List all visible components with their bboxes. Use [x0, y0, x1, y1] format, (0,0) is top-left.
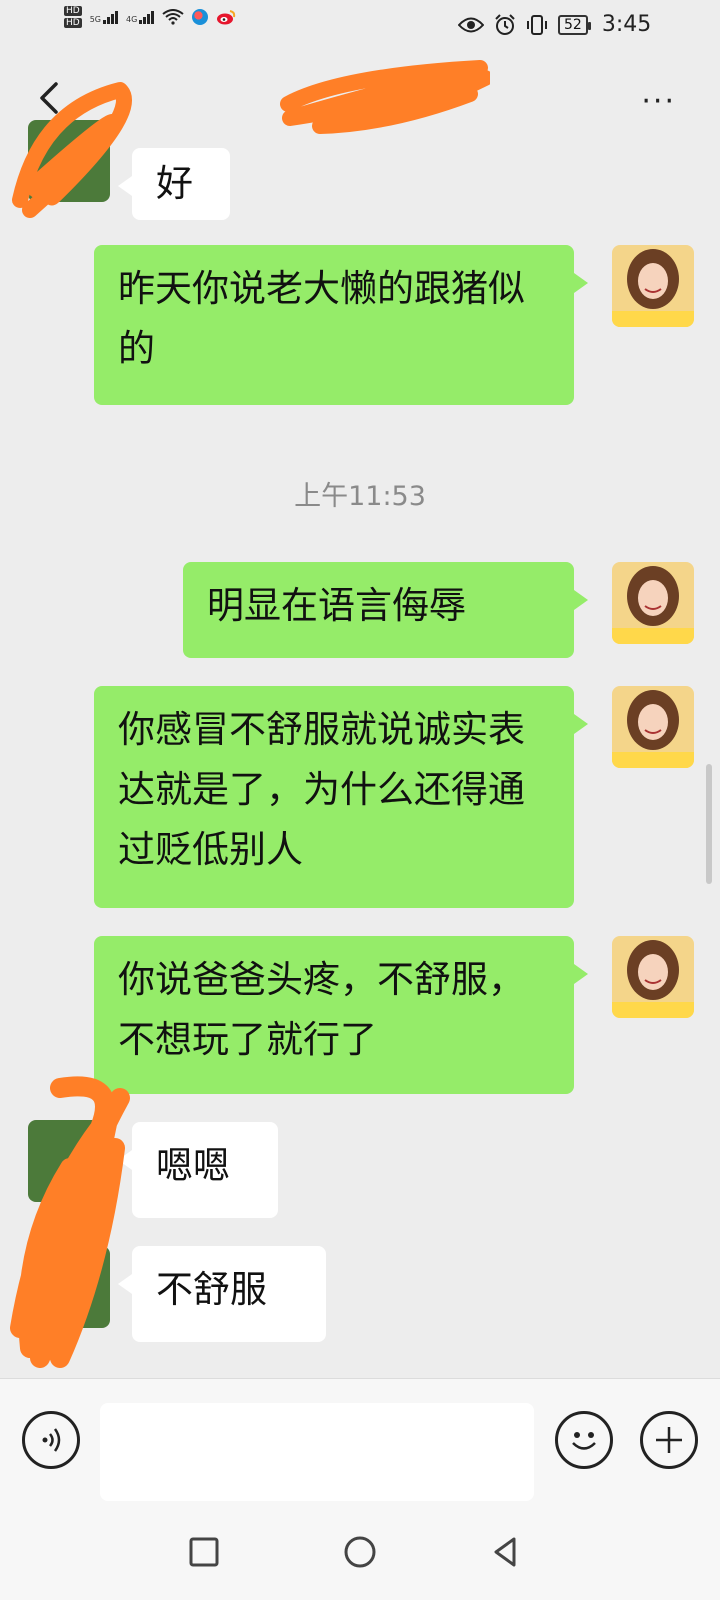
message-text: 你说爸爸头疼，不舒服，不想玩了就行了 [118, 958, 525, 1061]
user-avatar-photo-icon [612, 245, 694, 327]
hd-badge-1: HD [64, 6, 82, 16]
message-bubble-received[interactable]: 嗯嗯 [118, 1122, 278, 1218]
app-notification-icon [192, 9, 209, 25]
message-bubble-sent[interactable]: 昨天你说老大懒的跟猪似的 [94, 245, 588, 405]
message-bubble-sent[interactable]: 明显在语言侮辱 [183, 562, 588, 658]
my-avatar[interactable] [612, 936, 694, 1018]
wifi-icon [162, 9, 184, 25]
message-text: 好 [156, 162, 193, 205]
voice-input-button[interactable] [22, 1411, 80, 1469]
message-input[interactable] [100, 1403, 534, 1501]
hd-badge-2: HD [64, 18, 82, 28]
message-bubble-received[interactable]: 不舒服 [118, 1246, 326, 1342]
chat-title-redaction [280, 60, 490, 134]
alarm-icon [495, 13, 515, 35]
message-bubble-sent[interactable]: 你说爸爸头疼，不舒服，不想玩了就行了 [94, 936, 588, 1094]
voice-icon [42, 1428, 61, 1452]
more-functions-button[interactable] [640, 1411, 698, 1469]
weibo-icon [217, 10, 236, 25]
message-text: 你感冒不舒服就说诚实表达就是了，为什么还得通过贬低别人 [118, 708, 525, 871]
user-avatar-photo-icon [612, 562, 694, 644]
my-avatar[interactable] [612, 245, 694, 327]
message-text: 不舒服 [156, 1268, 267, 1311]
recent-apps-square-icon[interactable] [182, 1530, 226, 1574]
message-text: 嗯嗯 [156, 1144, 230, 1187]
contact-avatar[interactable] [28, 120, 110, 202]
network-1-label: 5G [89, 15, 101, 24]
network-1: 5G [90, 10, 118, 24]
network-2: 4G [126, 10, 155, 24]
emoji-button[interactable] [555, 1411, 613, 1469]
user-avatar-photo-icon [612, 936, 694, 1018]
message-text: 明显在语言侮辱 [207, 584, 466, 627]
message-timestamp: 上午11:53 [294, 481, 426, 512]
system-navigation-bar [0, 1504, 720, 1600]
hd-badges: HD HD [64, 6, 82, 28]
chat-input-bar [0, 1378, 720, 1505]
signal-bars-2-icon [139, 10, 155, 24]
status-bar: HD HD 5G 4G 52 3:45 [0, 0, 720, 50]
contact-avatar[interactable] [28, 1246, 110, 1328]
more-options-icon[interactable]: ··· [641, 84, 676, 119]
status-left: HD HD 5G 4G [64, 6, 236, 28]
emoji-icon [572, 1432, 596, 1450]
message-text: 昨天你说老大懒的跟猪似的 [118, 267, 525, 370]
network-2-label: 4G [126, 15, 138, 24]
contact-avatar[interactable] [28, 1120, 110, 1202]
eye-icon [458, 17, 484, 32]
my-avatar[interactable] [612, 562, 694, 644]
my-avatar[interactable] [612, 686, 694, 768]
home-circle-icon[interactable] [338, 1530, 382, 1574]
message-bubble-received[interactable]: 好 [118, 148, 230, 220]
plus-icon [656, 1427, 682, 1453]
vibrate-icon [527, 14, 547, 35]
battery-icon: 52 [558, 14, 591, 35]
user-avatar-photo-icon [612, 686, 694, 768]
status-time: 3:45 [601, 12, 652, 37]
scrollbar[interactable] [706, 764, 712, 884]
signal-bars-1-icon [103, 10, 118, 24]
status-right: 52 3:45 [458, 12, 651, 37]
message-bubble-sent[interactable]: 你感冒不舒服就说诚实表达就是了，为什么还得通过贬低别人 [94, 686, 588, 908]
back-triangle-icon[interactable] [484, 1530, 528, 1574]
back-chevron-icon[interactable] [30, 78, 70, 118]
